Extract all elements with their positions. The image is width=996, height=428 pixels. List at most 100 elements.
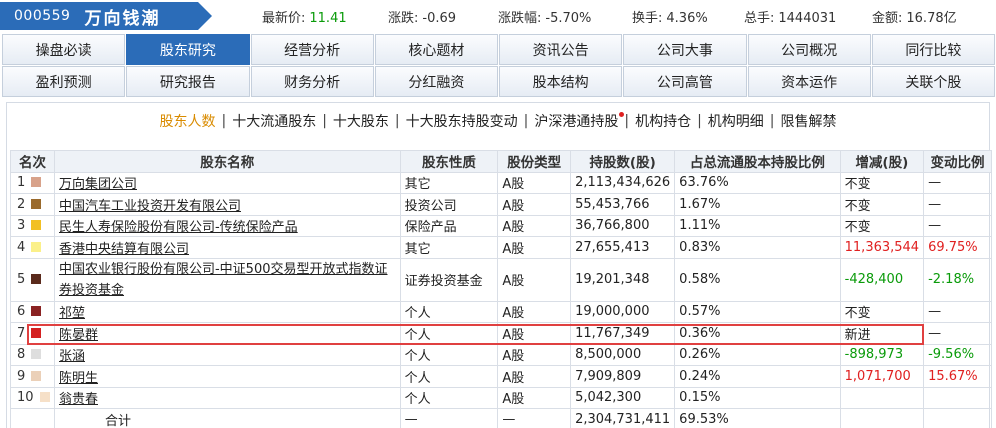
change-pct-cell: — [923, 300, 992, 323]
nav-dashi[interactable]: 公司大事 [623, 34, 747, 65]
change-pct-cell: — [923, 193, 992, 216]
table-header-row: 名次 股东名称 股东性质 股份类型 持股数(股) 占总流通股本持股比例 增减(股… [10, 150, 992, 173]
nature-cell: 个人 [399, 386, 499, 409]
subtab-holder-count[interactable]: 股东人数 [155, 111, 219, 131]
change-pct-cell: -9.56% [923, 343, 992, 366]
col-shares[interactable]: 持股数(股) [570, 150, 676, 173]
table-row: 1 万向集团公司 其它 A股 2,113,434,626 63.76% 不变 — [10, 171, 992, 194]
rank-cell: 8 [10, 343, 55, 366]
ratio-cell: 0.58% [674, 257, 841, 302]
subtab-institution-detail[interactable]: 机构明细 [704, 111, 768, 131]
nav-gudong[interactable]: 股东研究 [126, 34, 250, 65]
color-swatch [31, 220, 42, 231]
quote-turnover: 换手: 4.36% [632, 11, 708, 26]
rank-cell: 6 [10, 300, 55, 323]
col-rank[interactable]: 名次 [10, 150, 55, 173]
shares-cell: 19,201,348 [570, 257, 676, 302]
nav-ticai[interactable]: 核心题材 [374, 34, 498, 65]
color-swatch [31, 198, 42, 209]
holder-name-cell: 祁堃 [53, 300, 401, 323]
color-swatch [31, 241, 42, 252]
type-cell: A股 [497, 214, 572, 237]
subtab-top10-change[interactable]: 十大股东持股变动 [402, 111, 522, 131]
holder-name-cell: 中国农业银行股份有限公司-中证500交易型开放式指数证券投资基金 [53, 257, 401, 302]
nature-cell: 其它 [399, 236, 499, 259]
subtab-connect[interactable]: 沪深港通持股 [530, 111, 625, 131]
nav-caopan[interactable]: 操盘必读 [2, 34, 126, 65]
rank-cell: 1 [10, 171, 55, 194]
nav-gaoguan[interactable]: 公司高管 [623, 66, 747, 97]
total-rank-cell [10, 408, 55, 428]
holder-name-cell: 翁贵春 [53, 386, 401, 409]
color-swatch [39, 392, 50, 403]
nav-yanjiu[interactable]: 研究报告 [126, 66, 250, 97]
nav-fenhong[interactable]: 分红融资 [374, 66, 498, 97]
holder-name-link[interactable]: 中国农业银行股份有限公司-中证500交易型开放式指数证券投资基金 [59, 262, 388, 298]
holder-name-link[interactable]: 万向集团公司 [59, 177, 137, 192]
col-type[interactable]: 股份类型 [497, 150, 572, 173]
total-type: — [497, 408, 572, 428]
change-pct-cell: 15.67% [923, 365, 992, 388]
col-change[interactable]: 增减(股) [839, 150, 925, 173]
holder-name-link[interactable]: 翁贵春 [59, 392, 98, 407]
nav-guanlian[interactable]: 关联个股 [871, 66, 995, 97]
nav-tonghang[interactable]: 同行比较 [871, 34, 995, 65]
color-swatch [31, 177, 42, 188]
holder-name-link[interactable]: 陈晏群 [59, 328, 98, 343]
holder-name-link[interactable]: 香港中央结算有限公司 [59, 242, 189, 257]
rank-cell: 10 [10, 386, 55, 409]
change-pct-cell: — [923, 214, 992, 237]
col-name[interactable]: 股东名称 [53, 150, 401, 173]
table-row: 3 民生人寿保险股份有限公司-传统保险产品 保险产品 A股 36,766,800 1.11… [10, 214, 992, 237]
shares-cell: 27,655,413 [570, 236, 676, 259]
total-shares: 2,304,731,411 [570, 408, 676, 428]
change-cell: 不变 [839, 171, 925, 194]
table-row: 8 张涵 个人 A股 8,500,000 0.26% -898,973 -9.56% [10, 343, 992, 366]
ratio-cell: 0.24% [674, 365, 841, 388]
subtab-top10[interactable]: 十大股东 [329, 111, 393, 131]
nav-caiwu[interactable]: 财务分析 [250, 66, 374, 97]
subtab-institution[interactable]: 机构持仓 [631, 111, 695, 131]
holder-name-cell: 陈明生 [53, 365, 401, 388]
holder-name-cell: 民生人寿保险股份有限公司-传统保险产品 [53, 214, 401, 237]
holder-name-link[interactable]: 民生人寿保险股份有限公司-传统保险产品 [59, 220, 298, 235]
change-cell: -428,400 [839, 257, 925, 302]
col-change-pct[interactable]: 变动比例 [923, 150, 992, 173]
quote-amount: 金额: 16.78亿 [872, 11, 957, 26]
holder-name-link[interactable]: 祁堃 [59, 306, 85, 321]
change-pct-cell: 69.75% [923, 236, 992, 259]
nav-yingli[interactable]: 盈利预测 [2, 66, 126, 97]
shares-cell: 7,909,809 [570, 365, 676, 388]
col-nature[interactable]: 股东性质 [399, 150, 499, 173]
change-cell: -898,973 [839, 343, 925, 366]
holder-name-cell: 香港中央结算有限公司 [53, 236, 401, 259]
nav-ziben[interactable]: 资本运作 [747, 66, 871, 97]
table-row: 10 翁贵春 个人 A股 5,042,300 0.15% [10, 386, 992, 409]
shareholder-table: 名次 股东名称 股东性质 股份类型 持股数(股) 占总流通股本持股比例 增减(股… [10, 150, 992, 428]
change-cell [839, 386, 925, 409]
holder-name-link[interactable]: 张涵 [59, 349, 85, 364]
stock-header: 000559 万向钱潮 最新价: 11.41 涨跌: -0.69 涨跌幅: -5.70… [0, 0, 996, 32]
shares-cell: 5,042,300 [570, 386, 676, 409]
subtab-top10-float[interactable]: 十大流通股东 [228, 111, 320, 131]
nav-zixun[interactable]: 资讯公告 [499, 34, 623, 65]
change-cell: 不变 [839, 300, 925, 323]
total-nature: — [399, 408, 499, 428]
subtab-lockup[interactable]: 限售解禁 [777, 111, 841, 131]
ratio-cell: 0.83% [674, 236, 841, 259]
nav-gaikuang[interactable]: 公司概况 [747, 34, 871, 65]
nav-jingying[interactable]: 经营分析 [250, 34, 374, 65]
ratio-cell: 0.57% [674, 300, 841, 323]
holder-name-link[interactable]: 陈明生 [59, 371, 98, 386]
color-swatch [31, 306, 42, 317]
nature-cell: 个人 [399, 300, 499, 323]
table-row: 4 香港中央结算有限公司 其它 A股 27,655,413 0.83% 11,363,544… [10, 236, 992, 259]
nav-guben[interactable]: 股本结构 [499, 66, 623, 97]
type-cell: A股 [497, 257, 572, 302]
holder-name-link[interactable]: 中国汽车工业投资开发有限公司 [59, 199, 241, 214]
change-pct-cell: -2.18% [923, 257, 992, 302]
table-row: 5 中国农业银行股份有限公司-中证500交易型开放式指数证券投资基金 证券投资基金 A… [10, 257, 992, 302]
change-cell: 新进 [839, 322, 925, 345]
col-ratio[interactable]: 占总流通股本持股比例 [674, 150, 841, 173]
nature-cell: 个人 [399, 322, 499, 345]
